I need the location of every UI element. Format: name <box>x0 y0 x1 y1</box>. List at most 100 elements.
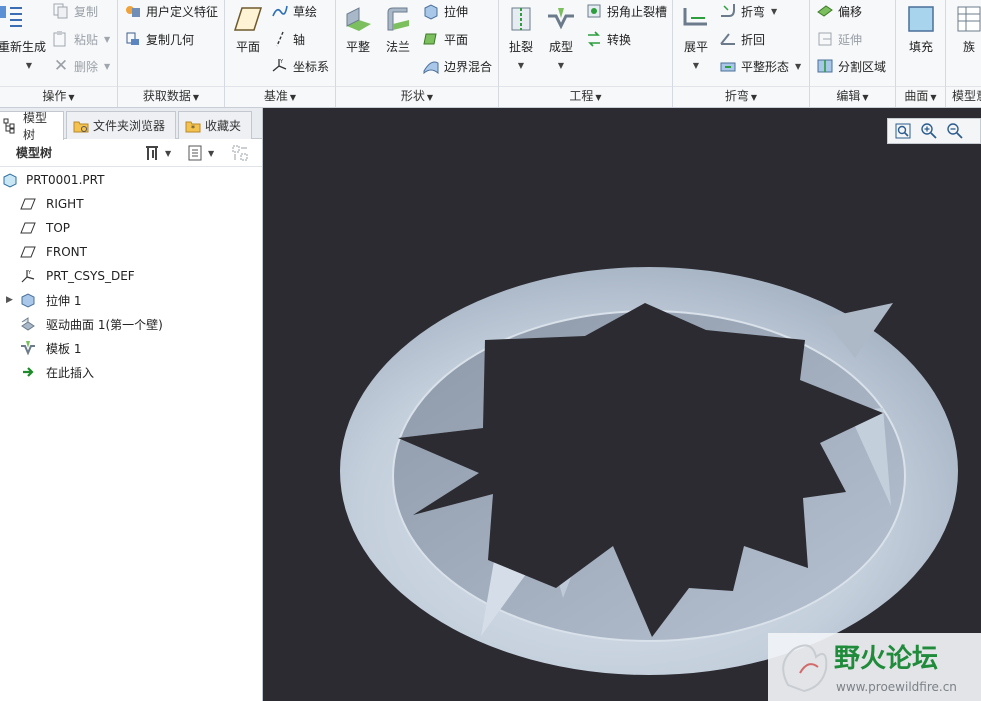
group-label-get-data[interactable]: 获取数据 ▼ <box>118 87 224 104</box>
group-label-editing[interactable]: 编辑 ▼ <box>810 87 895 104</box>
tree-item-top[interactable]: TOP <box>0 216 262 240</box>
user-defined-feature-button[interactable]: 用户定义特征 <box>124 2 218 20</box>
form-dropdown-icon[interactable]: ▼ <box>543 61 579 70</box>
split-area-button[interactable]: 分割区域 <box>816 57 886 75</box>
flatten-form-button[interactable]: 平整形态 ▼ <box>719 57 801 75</box>
family-table-button[interactable]: 族 <box>952 4 981 55</box>
fill-icon <box>908 6 934 32</box>
datum-plane-button[interactable]: 平面 <box>231 4 265 55</box>
bend-dropdown-icon[interactable]: ▼ <box>771 7 777 16</box>
form-button[interactable]: 成型 ▼ <box>543 4 579 70</box>
group-label-shapes[interactable]: 形状 ▼ <box>336 87 498 104</box>
axis-icon <box>276 31 284 47</box>
driving-surface-icon <box>21 317 35 331</box>
tab-model-tree[interactable]: 模型树 <box>0 111 64 142</box>
unbend-button[interactable]: 展平 ▼ <box>679 4 713 70</box>
delete-dropdown-icon[interactable]: ▼ <box>104 62 110 71</box>
group-label-engineering[interactable]: 工程 ▼ <box>499 87 672 104</box>
delete-x-icon: ✕ <box>53 56 69 76</box>
refit-icon[interactable] <box>894 122 912 140</box>
family-table-icon <box>957 6 981 32</box>
tree-settings-button[interactable]: ▼ <box>143 143 171 163</box>
sheetmetal-part-model[interactable] <box>263 108 981 701</box>
paste-dropdown-icon[interactable]: ▼ <box>104 35 110 44</box>
corner-relief-icon <box>587 4 601 18</box>
tab-favorites[interactable]: * 收藏夹 <box>178 111 252 139</box>
copy-geometry-button[interactable]: 复制几何 <box>124 30 194 48</box>
extend-button[interactable]: 延伸 <box>816 30 862 48</box>
tree-item-driving-surface[interactable]: 驱动曲面 1(第一个壁) <box>0 312 262 336</box>
paste-icon <box>53 31 66 47</box>
insert-here-arrow-icon <box>23 367 34 377</box>
flange-wall-icon <box>387 7 409 31</box>
paste-label: 粘贴 <box>74 32 99 47</box>
copy-label: 复制 <box>74 4 99 19</box>
flatten-form-label: 平整形态 <box>741 59 790 74</box>
flatten-form-dropdown-icon[interactable]: ▼ <box>795 62 801 71</box>
group-label-operations[interactable]: 操作 ▼ <box>0 87 117 104</box>
boundary-blend-button[interactable]: 边界混合 <box>422 57 492 75</box>
show-columns-button[interactable]: ▼ <box>186 143 214 163</box>
group-dropdown-icon: ▼ <box>426 93 434 102</box>
unbend-label: 展平 <box>683 40 708 54</box>
flatten-form-icon <box>720 62 736 72</box>
bend-button[interactable]: 折弯 ▼ <box>719 2 777 20</box>
zoom-out-icon[interactable] <box>946 122 964 140</box>
tree-settings-dropdown-icon[interactable]: ▼ <box>165 149 171 158</box>
csys-button[interactable]: Y 坐标系 <box>271 57 329 75</box>
tree-item-part[interactable]: PRT0001.PRT <box>0 168 262 192</box>
tree-item-extrude[interactable]: ▶ 拉伸 1 <box>0 288 262 312</box>
group-operations: 重新生成 ▼ 复制 粘贴 ▼ ✕ 删除 ▼ 操作 ▼ <box>0 0 118 107</box>
forum-watermark: 野火论坛 www.proewildfire.cn <box>768 633 981 701</box>
tree-filter-button[interactable] <box>231 143 253 163</box>
corner-relief-button[interactable]: 拐角止裂槽 <box>585 2 667 20</box>
show-columns-dropdown-icon[interactable]: ▼ <box>208 149 214 158</box>
axis-label: 轴 <box>293 32 306 47</box>
planar-icon <box>423 33 437 45</box>
corner-relief-label: 拐角止裂槽 <box>607 4 668 19</box>
tab-folder-browser[interactable]: 文件夹浏览器 <box>66 111 176 139</box>
sketch-button[interactable]: 草绘 <box>271 2 317 20</box>
group-datum: 平面 草绘 轴 Y 坐标系 基准 ▼ <box>225 0 336 107</box>
paste-button[interactable]: 粘贴 ▼ <box>52 30 110 48</box>
planar-button[interactable]: 平面 <box>422 30 468 48</box>
tree-item-insert-here[interactable]: 在此插入 <box>0 360 262 384</box>
tree-item-form[interactable]: 模板 1 <box>0 336 262 360</box>
rip-button[interactable]: 扯裂 ▼ <box>503 4 539 70</box>
tree-item-label: 拉伸 1 <box>46 293 82 308</box>
fill-button[interactable]: 填充 <box>904 4 938 55</box>
group-label-model-intent[interactable]: 模型意 <box>952 87 981 104</box>
graphics-viewport[interactable]: 野火论坛 www.proewildfire.cn <box>263 108 981 701</box>
watermark-title: 野火论坛 <box>834 644 938 674</box>
fill-label: 填充 <box>908 40 933 54</box>
group-label-surfaces[interactable]: 曲面 ▼ <box>896 87 945 104</box>
offset-label: 偏移 <box>838 4 863 19</box>
regenerate-dropdown-icon[interactable]: ▼ <box>10 61 48 70</box>
group-bends: 展平 ▼ 折弯 ▼ 折回 平整形态 ▼ 折弯 ▼ <box>673 0 810 107</box>
flat-wall-button[interactable]: 平整 <box>340 4 376 55</box>
unbend-dropdown-icon[interactable]: ▼ <box>679 61 713 70</box>
zoom-in-icon[interactable] <box>920 122 938 140</box>
extrude-button[interactable]: 拉伸 <box>422 2 468 20</box>
copy-button[interactable]: 复制 <box>52 2 98 20</box>
tree-item-front[interactable]: FRONT <box>0 240 262 264</box>
group-label-datum[interactable]: 基准 ▼ <box>225 87 335 104</box>
offset-button[interactable]: 偏移 <box>816 2 862 20</box>
bend-back-button[interactable]: 折回 <box>719 30 765 48</box>
tree-item-csys[interactable]: Y PRT_CSYS_DEF <box>0 264 262 288</box>
group-engineering: 扯裂 ▼ 成型 ▼ 拐角止裂槽 转换 工程 ▼ <box>499 0 673 107</box>
regenerate-button[interactable]: 重新生成 ▼ <box>0 4 48 70</box>
convert-button[interactable]: 转换 <box>585 30 631 48</box>
boundary-blend-icon <box>423 61 439 75</box>
model-tree-icon <box>3 118 15 134</box>
group-label-bends[interactable]: 折弯 ▼ <box>673 87 809 104</box>
axis-button[interactable]: 轴 <box>271 30 305 48</box>
sketch-icon <box>272 5 288 17</box>
unbend-icon <box>683 8 707 26</box>
flange-wall-button[interactable]: 法兰 <box>380 4 416 55</box>
delete-button[interactable]: ✕ 删除 ▼ <box>52 57 110 75</box>
expand-arrow-icon[interactable]: ▶ <box>6 295 13 305</box>
tree-item-right[interactable]: RIGHT <box>0 192 262 216</box>
rip-dropdown-icon[interactable]: ▼ <box>503 61 539 70</box>
split-area-label: 分割区域 <box>838 59 887 74</box>
